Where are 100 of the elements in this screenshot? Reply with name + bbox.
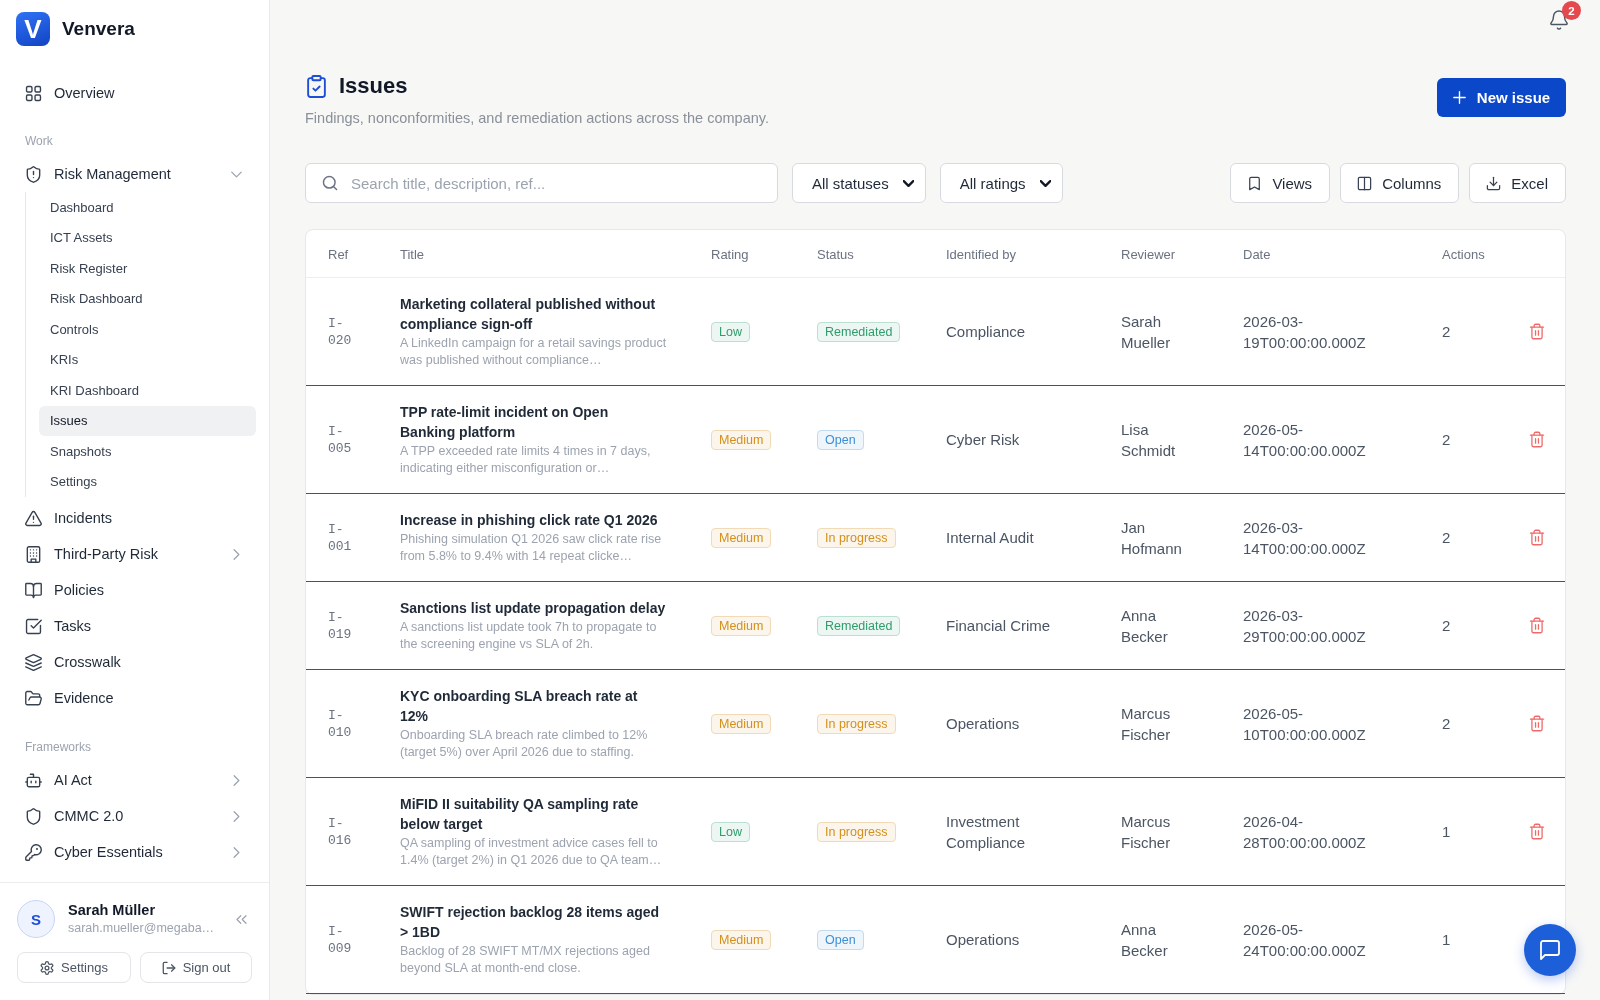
sidebar-item[interactable]: Incidents xyxy=(16,500,256,536)
chevron-down-icon xyxy=(902,179,914,187)
status-badge: Remediated xyxy=(817,615,901,636)
column-header: Rating xyxy=(711,246,749,262)
sidebar-subitem[interactable]: Snapshots xyxy=(39,436,256,467)
status-badge: Remediated xyxy=(817,321,901,342)
issue-ref: I-010 xyxy=(328,706,353,741)
sidebar-item[interactable]: AI Act xyxy=(16,762,256,798)
sidebar-subitem[interactable]: Settings xyxy=(39,466,256,497)
issue-description: Phishing simulation Q1 2026 saw click rate rise from 5.8% to 9.4% with 14 repeat clicke… xyxy=(400,531,663,565)
action-count: 1 xyxy=(1442,823,1451,840)
issue-description: A sanctions list update took 7h to propagate to the screening engine vs SLA of 2h. xyxy=(400,619,658,653)
sidebar-item[interactable]: Cyber Essentials xyxy=(16,834,256,870)
app-name: Venvera xyxy=(62,18,135,40)
sidebar-item[interactable]: Crosswalk xyxy=(16,644,256,680)
checkbox-icon xyxy=(25,617,42,635)
book-icon xyxy=(25,581,42,599)
issue-date: 2026-03-14T00:00:00.000Z xyxy=(1243,517,1367,559)
columns-button[interactable]: Columns xyxy=(1340,163,1460,203)
issue-date: 2026-05-10T00:00:00.000Z xyxy=(1243,703,1367,745)
delete-button[interactable] xyxy=(1529,431,1545,448)
new-issue-button[interactable]: New issue xyxy=(1437,78,1566,117)
bookmark-icon xyxy=(1247,175,1263,191)
issue-title[interactable]: MiFID II suitability QA sampling rate below target xyxy=(400,794,667,834)
shield-alert-icon xyxy=(25,165,42,183)
reviewer-name: Marcus Fischer xyxy=(1121,704,1171,743)
sidebar-item[interactable]: Overview xyxy=(16,75,256,111)
warning-triangle-icon xyxy=(25,509,42,527)
section-heading: Frameworks xyxy=(25,739,92,755)
sidebar-item[interactable]: Evidence xyxy=(16,680,256,716)
user-avatar: S xyxy=(17,900,55,938)
trash-icon xyxy=(1529,715,1545,732)
issue-title[interactable]: Increase in phishing click rate Q1 2026 xyxy=(400,510,667,530)
rating-badge: Medium xyxy=(711,527,772,548)
sidebar-subitem[interactable]: Risk Dashboard xyxy=(39,283,256,314)
issue-description: QA sampling of investment advice cases fell to 1.4% (target 2%) in Q1 2026 due to QA team… xyxy=(400,835,663,869)
filter-dropdown[interactable]: All statuses xyxy=(792,163,926,203)
views-button[interactable]: Views xyxy=(1230,163,1331,203)
page-title: Issues xyxy=(339,73,408,99)
user-name: Sarah Müller xyxy=(68,901,157,920)
app-logo: V xyxy=(16,12,50,46)
sidebar-item[interactable]: CMMC 2.0 xyxy=(16,798,256,834)
status-badge: Open xyxy=(817,429,864,450)
layers-icon xyxy=(25,653,42,671)
search-field[interactable]: Search title, description, ref... xyxy=(305,163,778,203)
trash-icon xyxy=(1529,431,1545,448)
sidebar-item[interactable]: Policies xyxy=(16,572,256,608)
sidebar-subitem[interactable]: Dashboard xyxy=(39,192,256,223)
sidebar-subitem[interactable]: ICT Assets xyxy=(39,222,256,253)
trash-icon xyxy=(1529,823,1545,840)
issue-ref: I-020 xyxy=(328,314,353,349)
section-heading: Work xyxy=(25,133,54,149)
issue-ref: I-016 xyxy=(328,814,353,849)
sidebar-item[interactable]: Third-Party Risk xyxy=(16,536,256,572)
delete-button[interactable] xyxy=(1529,823,1545,840)
reviewer-name: Jan Hofmann xyxy=(1121,518,1182,557)
issue-title[interactable]: Sanctions list update propagation delay xyxy=(400,598,667,618)
trash-icon xyxy=(1529,529,1545,546)
identified-by-text: Financial Crime xyxy=(946,617,1051,634)
grid-icon xyxy=(25,84,42,102)
status-badge: In progress xyxy=(817,821,896,842)
delete-button[interactable] xyxy=(1529,715,1545,732)
issue-ref: I-009 xyxy=(328,922,353,957)
issue-date: 2026-03-29T00:00:00.000Z xyxy=(1243,605,1367,647)
delete-button[interactable] xyxy=(1529,529,1545,546)
action-count: 2 xyxy=(1442,715,1451,732)
sidebar-subitem[interactable]: KRIs xyxy=(39,344,256,375)
issue-date: 2026-05-14T00:00:00.000Z xyxy=(1243,419,1367,461)
reviewer-name: Anna Becker xyxy=(1121,920,1168,959)
issue-title[interactable]: TPP rate-limit incident on Open Banking platform xyxy=(400,402,667,442)
issue-description: A LinkedIn campaign for a retail savings product was published without compliance… xyxy=(400,335,667,369)
rating-badge: Low xyxy=(711,821,750,842)
chat-bubble-icon xyxy=(1539,939,1561,961)
sidebar-subitem[interactable]: Risk Register xyxy=(39,253,256,284)
search-icon xyxy=(322,175,338,191)
issue-ref: I-005 xyxy=(328,422,353,457)
status-badge: Open xyxy=(817,929,864,950)
page-subtitle: Findings, nonconformities, and remediation actions across the company. xyxy=(305,109,769,128)
sidebar-item[interactable]: Risk Management xyxy=(16,156,256,192)
sidebar-subitem[interactable]: Controls xyxy=(39,314,256,345)
notification-count-badge: 2 xyxy=(1562,1,1581,20)
rating-badge: Medium xyxy=(711,713,772,734)
sidebar-subitem[interactable]: KRI Dashboard xyxy=(39,375,256,406)
delete-button[interactable] xyxy=(1529,323,1545,340)
trash-icon xyxy=(1529,323,1545,340)
issue-date: 2026-03-19T00:00:00.000Z xyxy=(1243,311,1367,353)
issue-title[interactable]: KYC onboarding SLA breach rate at 12% xyxy=(400,686,667,726)
rating-badge: Low xyxy=(711,321,750,342)
identified-by-text: Operations xyxy=(946,931,1020,948)
filter-dropdown[interactable]: All ratings xyxy=(939,163,1063,203)
excel-button[interactable]: Excel xyxy=(1469,163,1566,203)
sign-out-button[interactable]: Sign out xyxy=(140,952,252,983)
sidebar-subitem[interactable]: Issues xyxy=(39,405,256,436)
sidebar-item[interactable]: Tasks xyxy=(16,608,256,644)
settings-button[interactable]: Settings xyxy=(17,952,131,983)
rating-badge: Medium xyxy=(711,429,772,450)
delete-button[interactable] xyxy=(1529,617,1545,634)
settings-icon xyxy=(40,960,54,975)
issue-title[interactable]: SWIFT rejection backlog 28 items aged > 1BD xyxy=(400,902,667,942)
issue-title[interactable]: Marketing collateral published without compliance sign-off xyxy=(400,294,667,334)
